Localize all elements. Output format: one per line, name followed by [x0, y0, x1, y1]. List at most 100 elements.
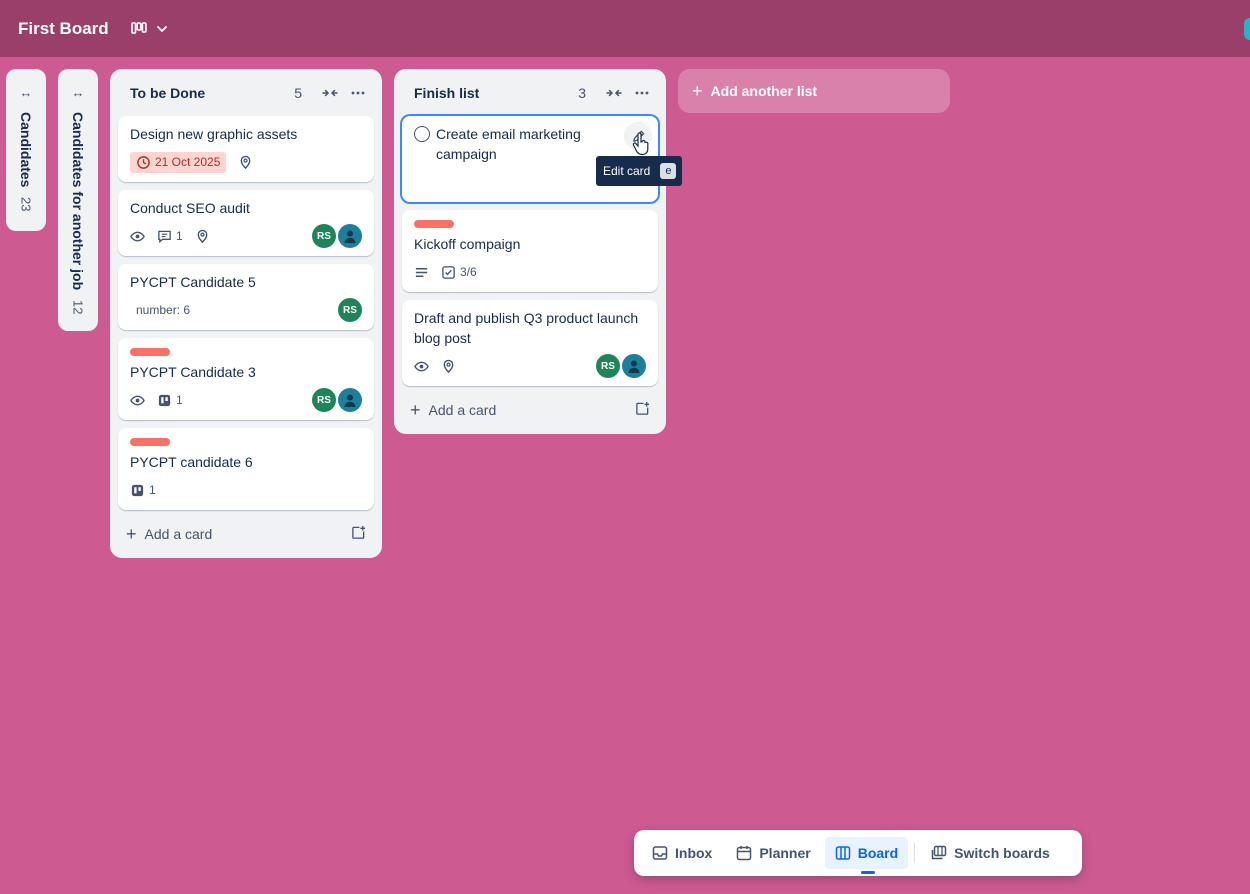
card[interactable]: Kickoff compaign 3/6	[402, 210, 658, 292]
attachments-badge: 1	[157, 393, 183, 408]
card[interactable]: PYCPT candidate 6 1	[118, 428, 374, 510]
card-title: Draft and publish Q3 product launch blog…	[414, 310, 639, 346]
add-card-button[interactable]: + Add a card	[118, 518, 374, 550]
user-icon	[628, 360, 640, 373]
card[interactable]: PYCPT Candidate 3 1 RS	[118, 338, 374, 420]
inbox-label: Inbox	[675, 845, 713, 861]
collapse-icon	[322, 89, 338, 96]
board-view-switcher[interactable]	[130, 21, 169, 36]
list-actions-button[interactable]	[630, 81, 654, 105]
planner-button[interactable]: Planner	[726, 837, 820, 869]
watching-badge	[130, 229, 145, 244]
collapse-list-button[interactable]	[602, 81, 626, 105]
card[interactable]: Draft and publish Q3 product launch blog…	[402, 300, 658, 386]
chevron-down-icon	[156, 25, 167, 32]
list-title[interactable]: To be Done	[130, 85, 294, 101]
attachments-count: 1	[176, 393, 183, 407]
comments-count: 1	[176, 229, 183, 243]
collapsed-list-title: Candidates for another job	[70, 112, 86, 291]
list-header: To be Done 5	[118, 69, 374, 116]
board-view-icon	[130, 21, 147, 34]
hand-cursor-icon	[632, 132, 649, 156]
plus-icon: +	[126, 523, 137, 544]
add-list-label: Add another list	[710, 83, 818, 99]
comments-badge: 1	[157, 229, 183, 244]
list-header: Finish list 3	[402, 69, 658, 116]
collapse-list-button[interactable]	[318, 81, 342, 105]
divider	[914, 843, 916, 863]
add-card-button[interactable]: + Add a card	[402, 394, 658, 426]
switch-boards-button[interactable]: Switch boards	[921, 837, 1060, 869]
complete-checkbox[interactable]	[414, 126, 430, 142]
card-title: Conduct SEO audit	[130, 200, 250, 216]
create-from-template-button[interactable]	[635, 401, 650, 419]
card-title: PYCPT Candidate 5	[130, 274, 256, 290]
card-members: RS	[312, 224, 362, 248]
card-members: RS	[596, 354, 646, 378]
user-icon	[344, 230, 356, 243]
eye-icon	[130, 395, 145, 405]
card[interactable]: PYCPT Candidate 5 number: 6 RS	[118, 264, 374, 330]
location-pin-icon	[443, 359, 454, 373]
eye-icon	[130, 231, 145, 241]
keyboard-shortcut: e	[660, 163, 677, 179]
description-badge	[414, 265, 429, 280]
expand-icon[interactable]: ↔	[72, 85, 85, 100]
card-title: Kickoff compaign	[414, 236, 521, 252]
board-icon	[835, 846, 850, 860]
location-pin-icon	[197, 229, 208, 243]
checklist-badge: 3/6	[441, 265, 477, 280]
avatar[interactable]	[338, 224, 362, 248]
create-from-template-button[interactable]	[351, 525, 366, 543]
checkbox-icon	[442, 265, 455, 279]
bottom-navigation: Inbox Planner Board Switch boards	[634, 830, 1082, 876]
card-label[interactable]	[414, 220, 454, 228]
card-label[interactable]	[130, 438, 170, 446]
add-card-label: Add a card	[144, 526, 213, 542]
board-label: Board	[857, 845, 899, 861]
location-badge	[441, 359, 456, 374]
collapsed-list-count: 12	[70, 300, 86, 315]
card-title: PYCPT Candidate 3	[130, 364, 256, 380]
comment-icon	[158, 230, 171, 243]
card[interactable]: Design new graphic assets 21 Oct 2025	[118, 116, 374, 182]
tooltip-label: Edit card	[603, 164, 651, 178]
edit-card-tooltip: Edit card e	[596, 156, 683, 186]
more-icon	[351, 91, 365, 94]
clock-icon	[137, 155, 150, 169]
list-card-count: 5	[294, 84, 302, 101]
template-icon	[352, 525, 366, 539]
card[interactable]: Conduct SEO audit 1 RS	[118, 190, 374, 256]
avatar[interactable]: RS	[312, 388, 336, 412]
card-title: Design new graphic assets	[130, 126, 298, 142]
card-members: RS	[312, 388, 362, 412]
due-date-badge[interactable]: 21 Oct 2025	[130, 151, 227, 173]
location-badge	[195, 229, 210, 244]
list-card-count: 3	[578, 84, 586, 101]
add-another-list-button[interactable]: + Add another list	[678, 69, 950, 113]
avatar[interactable]	[338, 388, 362, 412]
plus-icon: +	[692, 80, 703, 101]
location-badge	[238, 155, 253, 170]
location-pin-icon	[240, 155, 251, 169]
avatar[interactable]: RS	[312, 224, 336, 248]
board-title[interactable]: First Board	[18, 19, 109, 39]
collapsed-list-count: 23	[18, 197, 34, 212]
avatar[interactable]: RS	[596, 354, 620, 378]
inbox-button[interactable]: Inbox	[642, 837, 722, 869]
collapsed-list-candidates-another-job[interactable]: ↔ Candidates for another job 12	[58, 69, 98, 331]
calendar-icon	[737, 846, 752, 861]
avatar[interactable]	[622, 354, 646, 378]
description-icon	[415, 267, 428, 277]
switch-boards-icon	[931, 845, 947, 860]
list-title[interactable]: Finish list	[414, 85, 578, 101]
list-actions-button[interactable]	[346, 81, 370, 105]
expand-icon[interactable]: ↔	[20, 85, 33, 100]
avatar-edge[interactable]	[1244, 18, 1250, 40]
avatar[interactable]: RS	[338, 298, 362, 322]
card-label[interactable]	[130, 348, 170, 356]
checklist-progress: 3/6	[460, 265, 477, 279]
board-button[interactable]: Board	[824, 837, 909, 874]
watching-badge	[414, 359, 429, 374]
collapsed-list-candidates[interactable]: ↔ Candidates 23	[6, 69, 46, 231]
